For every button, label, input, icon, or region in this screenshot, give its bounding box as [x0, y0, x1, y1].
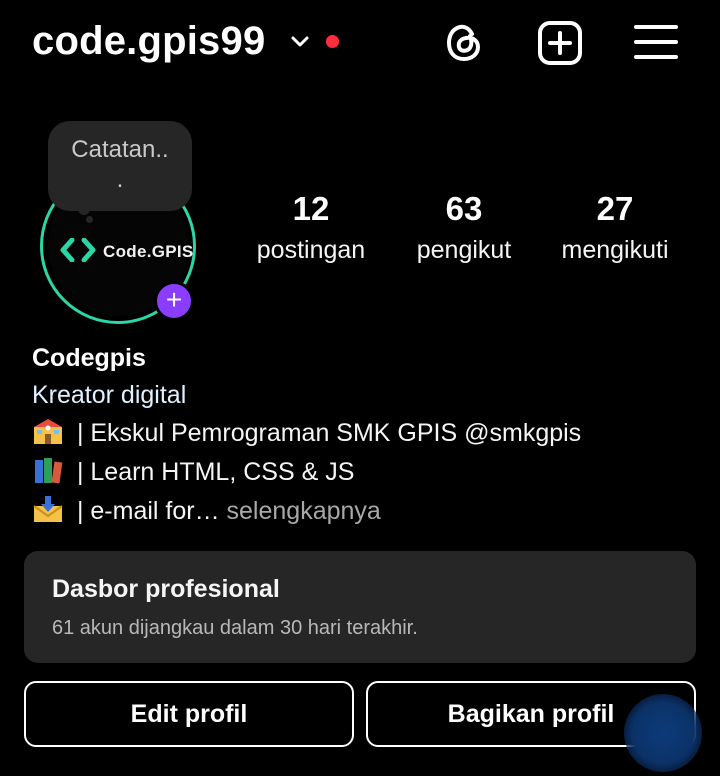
bio-line: | e-mail for… selengkapnya: [32, 492, 692, 531]
see-more-link[interactable]: selengkapnya: [220, 497, 381, 525]
following-label: mengikuti: [561, 236, 669, 264]
profile-category[interactable]: Kreator digital: [32, 376, 692, 414]
posts-label: postingan: [256, 236, 366, 264]
edit-profile-button[interactable]: Edit profil: [24, 681, 354, 747]
dashboard-subtitle: 61 akun dijangkau dalam 30 hari terakhir…: [52, 617, 418, 639]
account-username[interactable]: code.gpis99: [32, 16, 265, 66]
books-emoji-icon: [35, 458, 63, 484]
note-tail: [78, 203, 90, 215]
professional-dashboard[interactable]: Dasbor profesional 61 akun dijangkau dal…: [24, 551, 696, 663]
stat-following[interactable]: 27 mengikuti: [540, 188, 690, 268]
followers-label: pengikut: [416, 236, 512, 264]
touch-indicator: [624, 694, 702, 772]
threads-icon[interactable]: [442, 20, 486, 66]
following-count: 27: [596, 190, 634, 227]
note-tail-small: [86, 216, 93, 223]
add-story-button[interactable]: +: [154, 281, 194, 321]
code-brackets-icon: [60, 238, 96, 262]
bio-line: | Learn HTML, CSS & JS: [32, 453, 692, 492]
school-emoji-icon: [34, 419, 62, 444]
bio-line-text: | Ekskul Pemrograman SMK GPIS @smkgpis: [70, 419, 582, 447]
bio-line: | Ekskul Pemrograman SMK GPIS @smkgpis: [32, 414, 692, 453]
menu-icon[interactable]: [634, 22, 678, 62]
notification-dot: [326, 35, 339, 48]
stat-followers[interactable]: 63 pengikut: [389, 188, 539, 268]
note-bubble[interactable]: Catatan.. .: [48, 121, 192, 211]
note-text: Catatan.. .: [71, 136, 169, 193]
avatar-logo-text: Code.GPIS: [103, 242, 194, 261]
profile-bio: Codegpis Kreator digital | Ekskul Pemrog…: [32, 340, 692, 531]
bio-line-text: | e-mail for…: [70, 497, 220, 525]
posts-count: 12: [292, 190, 330, 227]
chevron-down-icon[interactable]: [290, 34, 310, 50]
dashboard-title: Dasbor profesional: [52, 575, 280, 603]
stat-posts[interactable]: 12 postingan: [236, 188, 386, 268]
bio-line-text: | Learn HTML, CSS & JS: [70, 458, 355, 486]
top-bar: code.gpis99: [0, 0, 720, 86]
inbox-emoji-icon: [33, 496, 63, 522]
add-post-icon[interactable]: [537, 20, 583, 66]
followers-count: 63: [445, 190, 483, 227]
profile-name: Codegpis: [32, 344, 146, 372]
